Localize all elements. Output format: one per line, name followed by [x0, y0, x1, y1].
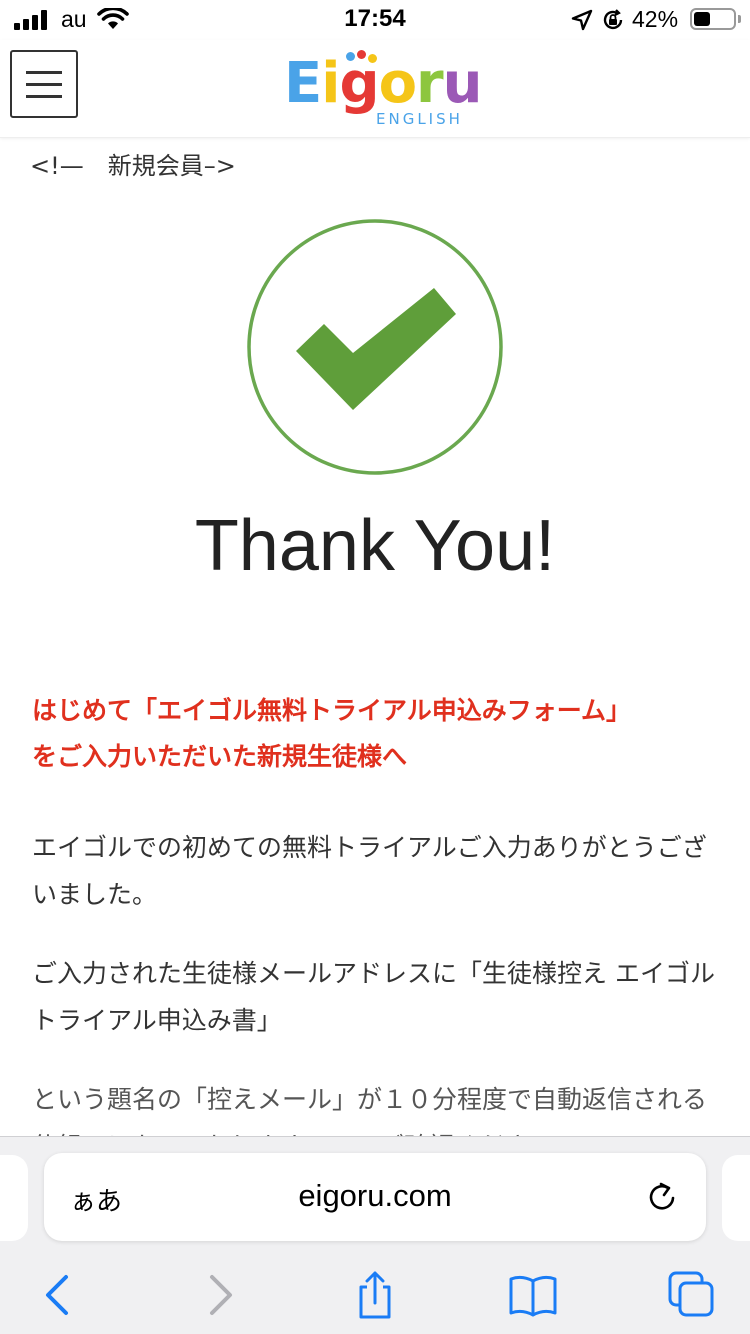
email-paragraph: ご入力された生徒様メールアドレスに「生徒様控え エイゴルトライアル申込み書」: [32, 959, 715, 1035]
bookmarks-icon[interactable]: [507, 1269, 559, 1321]
url-text[interactable]: eigoru.com: [44, 1178, 706, 1214]
logo-subtext: ENGLISH: [376, 110, 463, 128]
status-bar: au 17:54 42%: [0, 0, 750, 40]
forward-icon[interactable]: [194, 1269, 246, 1321]
menu-bar-icon: [26, 71, 62, 74]
next-tab-card[interactable]: [722, 1155, 750, 1241]
thank-you-heading: Thank You!: [194, 506, 556, 586]
logo-dot: [346, 52, 355, 61]
main-content: はじめて「エイゴル無料トライアル申込みフォーム」 をご入力いただいた新規生徒様へ…: [32, 688, 722, 1202]
logo-dot: [357, 50, 366, 59]
battery-level-fill: [694, 12, 710, 26]
heading-line: をご入力いただいた新規生徒様へ: [32, 742, 408, 771]
menu-bar-icon: [26, 95, 62, 98]
logo-letter: u: [442, 51, 483, 116]
logo-letter: i: [321, 51, 340, 116]
html-comment-text: <!— 新規会員–>: [30, 152, 236, 180]
battery-percent: 42%: [632, 6, 679, 32]
logo-dot: [368, 54, 377, 63]
back-icon[interactable]: [32, 1269, 84, 1321]
orientation-lock-icon: [603, 9, 623, 30]
reload-icon[interactable]: [644, 1179, 680, 1215]
address-bar[interactable]: ぁあ eigoru.com: [44, 1153, 706, 1241]
new-student-heading: はじめて「エイゴル無料トライアル申込みフォーム」 をご入力いただいた新規生徒様へ: [32, 688, 722, 780]
menu-bar-icon: [26, 83, 62, 86]
logo-letter: o: [378, 51, 417, 116]
location-arrow-icon: [571, 9, 593, 31]
eigoru-logo[interactable]: Eigoru ENGLISH: [284, 50, 483, 132]
battery-tip: [738, 15, 741, 23]
previous-tab-card[interactable]: [0, 1155, 28, 1241]
logo-letter: r: [416, 51, 444, 116]
checkmark-circle-icon: [247, 219, 503, 475]
thanks-paragraph: エイゴルでの初めての無料トライアルご入力ありがとうございました。: [32, 833, 707, 909]
hamburger-menu-button[interactable]: [10, 50, 78, 118]
logo-wordmark: Eigoru: [284, 51, 483, 116]
site-header: Eigoru ENGLISH: [0, 40, 750, 138]
share-icon[interactable]: [349, 1269, 401, 1321]
battery-icon: [690, 8, 736, 30]
heading-line: はじめて「エイゴル無料トライアル申込みフォーム」: [32, 696, 632, 725]
browser-bottom-bar: ぁあ eigoru.com: [0, 1136, 750, 1334]
tabs-icon[interactable]: [666, 1269, 718, 1321]
logo-letter: E: [284, 51, 322, 116]
